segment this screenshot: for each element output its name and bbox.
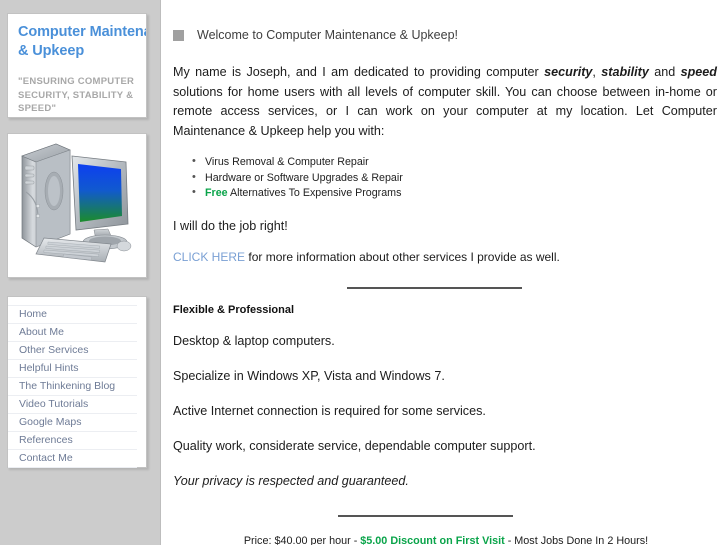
privacy-line: Your privacy is respected and guaranteed… [173, 473, 409, 488]
divider-1 [347, 286, 522, 289]
flexible-professional-heading: Flexible & Professional [173, 303, 295, 316]
price-prefix: Price: $40.00 per hour - [243, 534, 361, 545]
brand-box: Computer Maintenance & Upkeep "ENSURING … [7, 13, 147, 118]
sidebar: Computer Maintenance & Upkeep "ENSURING … [0, 0, 152, 545]
intro-em-security: security [544, 65, 593, 79]
click-here-line: CLICK HERE for more information about ot… [173, 248, 719, 267]
click-here-link[interactable]: CLICK HERE [173, 250, 245, 264]
price-discount: $5.00 Discount on First Visit [360, 534, 505, 545]
service-text: Hardware or Software Upgrades & Repair [205, 171, 403, 184]
list-item: Virus Removal & Computer Repair [192, 154, 719, 171]
sidebar-item-video-tutorials[interactable]: Video Tutorials [8, 396, 137, 414]
click-here-rest: for more information about other service… [245, 249, 560, 264]
sidebar-item-home[interactable]: Home [8, 305, 137, 324]
service-text: Virus Removal & Computer Repair [205, 156, 369, 168]
page-title: Welcome to Computer Maintenance & Upkeep… [197, 28, 459, 42]
site-title: Computer Maintenance & Upkeep [18, 23, 146, 61]
main-content: Welcome to Computer Maintenance & Upkeep… [160, 0, 727, 545]
site-tagline: "ENSURING COMPUTER SECURITY, STABILITY &… [18, 76, 135, 114]
intro-em-stability: stability [601, 65, 649, 79]
job-right-line: I will do the job right! [173, 218, 288, 233]
sidebar-item-contact-me[interactable]: Contact Me [8, 450, 137, 468]
service-highlight-free: Free [205, 187, 228, 199]
detail-line-windows: Specialize in Windows XP, Vista and Wind… [173, 368, 445, 383]
sidebar-item-google-maps[interactable]: Google Maps [8, 414, 137, 432]
service-text: Alternatives To Expensive Programs [227, 187, 402, 199]
square-bullet-icon [173, 29, 184, 41]
site-title-line2: & Upkeep [18, 43, 85, 59]
intro-part3: and [648, 65, 681, 79]
intro-part2: , [592, 65, 602, 79]
site-title-line1: Computer Maintenance [18, 24, 146, 40]
list-item: Hardware or Software Upgrades & Repair [192, 170, 719, 187]
list-item: Free Alternatives To Expensive Programs [192, 185, 719, 202]
detail-line-desktop-laptop: Desktop & laptop computers. [173, 333, 335, 348]
price-suffix: - Most Jobs Done In 2 Hours! [504, 534, 649, 545]
detail-line-quality: Quality work, considerate service, depen… [173, 438, 536, 453]
sidebar-item-helpful-hints[interactable]: Helpful Hints [8, 360, 137, 378]
sidebar-item-thinkening-blog[interactable]: The Thinkening Blog [8, 378, 137, 396]
intro-part1: My name is Joseph, and I am dedicated to… [173, 65, 545, 79]
sidebar-item-other-services[interactable]: Other Services [8, 342, 137, 360]
services-list: Virus Removal & Computer Repair Hardware… [173, 154, 719, 202]
desktop-computer-icon [21, 143, 132, 263]
welcome-heading-row: Welcome to Computer Maintenance & Upkeep… [173, 28, 719, 42]
intro-part4: solutions for home users with all levels… [173, 84, 717, 138]
intro-em-speed: speed [680, 65, 717, 79]
sidebar-item-about-me[interactable]: About Me [8, 324, 137, 342]
detail-line-internet: Active Internet connection is required f… [173, 403, 486, 418]
divider-2 [338, 514, 513, 517]
sidebar-item-references[interactable]: References [8, 432, 137, 450]
sidebar-image-box [7, 133, 147, 278]
intro-paragraph: My name is Joseph, and I am dedicated to… [173, 63, 719, 141]
sidebar-navigation: Home About Me Other Services Helpful Hin… [7, 296, 147, 468]
price-line: Price: $40.00 per hour - $5.00 Discount … [173, 535, 719, 545]
